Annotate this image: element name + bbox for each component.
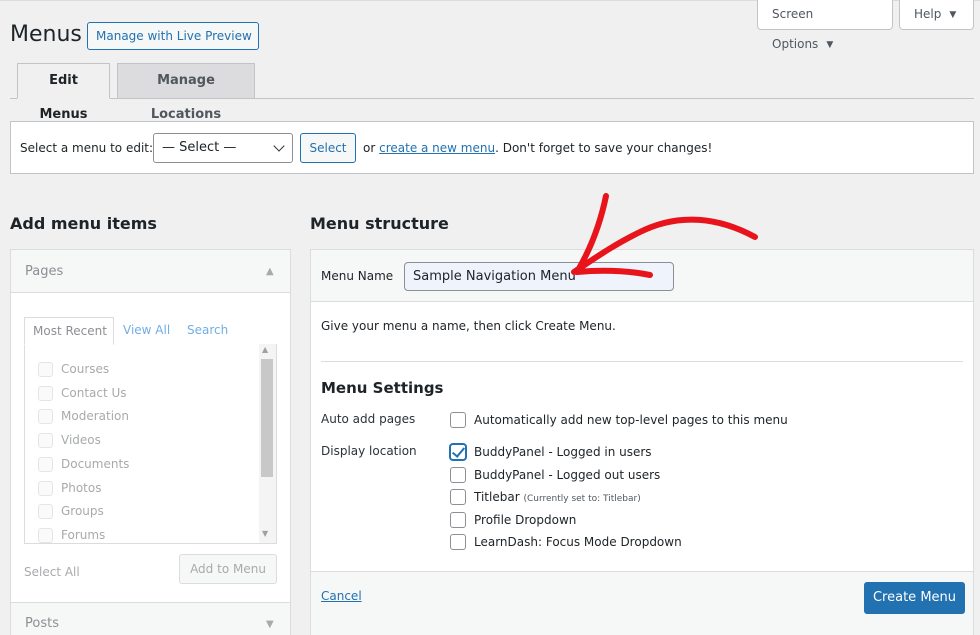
checkbox[interactable] xyxy=(38,433,53,448)
menu-settings-title: Menu Settings xyxy=(321,379,444,397)
tab-view-all[interactable]: View All xyxy=(123,317,170,345)
page-item-label: Contact Us xyxy=(61,386,127,400)
checkbox[interactable] xyxy=(450,466,466,483)
pages-section-title: Pages xyxy=(25,264,64,279)
add-to-menu-button[interactable]: Add to Menu xyxy=(179,554,277,584)
create-menu-hint: or create a new menu. Don't forget to sa… xyxy=(363,141,712,155)
auto-add-option-label: Automatically add new top-level pages to… xyxy=(474,413,788,427)
menu-name-label: Menu Name xyxy=(321,269,394,283)
scrollbar-thumb[interactable] xyxy=(261,359,273,477)
tab-most-recent[interactable]: Most Recent xyxy=(24,317,114,345)
list-item[interactable]: Contact Us xyxy=(38,383,127,403)
checkbox[interactable] xyxy=(38,362,53,377)
live-preview-button[interactable]: Manage with Live Preview xyxy=(87,22,259,50)
tab-search[interactable]: Search xyxy=(187,317,228,345)
scroll-up-icon[interactable]: ▲ xyxy=(262,345,268,354)
list-item[interactable]: Forums xyxy=(38,525,106,543)
settings-divider xyxy=(321,361,963,362)
create-menu-button[interactable]: Create Menu xyxy=(864,582,965,614)
checkbox[interactable] xyxy=(38,457,53,472)
auto-add-option[interactable]: Automatically add new top-level pages to… xyxy=(450,411,788,430)
menu-select-value: — Select — xyxy=(162,140,237,155)
list-item[interactable]: Moderation xyxy=(38,406,129,426)
help-label: Help xyxy=(914,7,942,21)
page-item-label: Moderation xyxy=(61,409,129,423)
checkbox[interactable] xyxy=(38,504,53,519)
checkbox[interactable] xyxy=(450,511,466,528)
checkbox[interactable] xyxy=(38,528,53,543)
menu-name-hint: Give your menu a name, then click Create… xyxy=(321,319,616,333)
caret-down-icon[interactable]: ▼ xyxy=(266,619,274,630)
save-reminder-text: . Don't forget to save your changes! xyxy=(495,141,713,155)
scroll-down-icon[interactable]: ▼ xyxy=(262,529,268,538)
page-item-label: Courses xyxy=(61,362,110,376)
list-item[interactable]: Videos xyxy=(38,430,101,450)
checkbox[interactable] xyxy=(450,533,466,550)
checkbox-checked[interactable] xyxy=(450,443,466,460)
caret-down-icon: ▼ xyxy=(949,10,957,20)
page-item-label: Documents xyxy=(61,457,130,471)
page-title: Menus xyxy=(10,22,82,47)
select-button[interactable]: Select xyxy=(300,133,356,163)
page-item-label: Groups xyxy=(61,504,104,518)
list-item[interactable]: Groups xyxy=(38,501,104,521)
chevron-down-icon xyxy=(273,140,285,152)
checkbox[interactable] xyxy=(38,386,53,401)
cancel-link[interactable]: Cancel xyxy=(321,589,362,603)
checkbox[interactable] xyxy=(450,488,466,505)
list-item[interactable]: Photos xyxy=(38,478,101,498)
location-label: Titlebar xyxy=(474,490,520,504)
help-button[interactable]: Help ▼ xyxy=(899,0,974,30)
or-text: or xyxy=(363,141,376,155)
list-item[interactable]: Documents xyxy=(38,454,129,474)
select-all-checkbox-label[interactable]: Select All xyxy=(24,565,80,579)
tab-edit-menus[interactable]: Edit Menus xyxy=(17,63,110,122)
location-option[interactable]: Profile Dropdown xyxy=(450,511,577,530)
display-location-label: Display location xyxy=(321,444,417,458)
auto-add-pages-label: Auto add pages xyxy=(321,412,416,426)
location-label: Profile Dropdown xyxy=(474,513,577,527)
create-new-menu-link[interactable]: create a new menu xyxy=(379,141,495,155)
posts-section-title: Posts xyxy=(25,616,59,631)
location-note: (Currently set to: Titlebar) xyxy=(523,494,641,504)
pages-checklist: Courses Contact Us Moderation Videos Doc… xyxy=(24,344,277,544)
location-option[interactable]: BuddyPanel - Logged out users xyxy=(450,466,661,485)
tab-manage-locations[interactable]: Manage Locations xyxy=(117,63,255,122)
location-label: BuddyPanel - Logged in users xyxy=(474,445,652,459)
menu-select-dropdown[interactable]: — Select — xyxy=(153,133,293,163)
checkbox[interactable] xyxy=(38,409,53,424)
add-menu-items-title: Add menu items xyxy=(10,214,157,233)
menu-name-input[interactable]: Sample Navigation Menu xyxy=(404,262,674,291)
page-item-label: Photos xyxy=(61,481,102,495)
screen-options-label: Screen Options xyxy=(772,7,819,51)
location-option[interactable]: LearnDash: Focus Mode Dropdown xyxy=(450,533,682,552)
screen-options-button[interactable]: Screen Options ▼ xyxy=(757,0,893,51)
page-item-label: Videos xyxy=(61,433,101,447)
checkbox[interactable] xyxy=(450,411,466,428)
caret-up-icon[interactable]: ▲ xyxy=(266,266,274,277)
list-item[interactable]: Courses xyxy=(38,359,109,379)
location-option[interactable]: BuddyPanel - Logged in users xyxy=(450,443,652,462)
page-item-label: Forums xyxy=(61,528,106,542)
select-menu-label: Select a menu to edit: xyxy=(20,141,154,155)
location-label: BuddyPanel - Logged out users xyxy=(474,468,661,482)
menu-structure-title: Menu structure xyxy=(310,214,449,233)
location-option[interactable]: Titlebar (Currently set to: Titlebar) xyxy=(450,488,641,507)
checkbox[interactable] xyxy=(38,481,53,496)
location-label: LearnDash: Focus Mode Dropdown xyxy=(474,535,682,549)
caret-down-icon: ▼ xyxy=(826,40,834,50)
